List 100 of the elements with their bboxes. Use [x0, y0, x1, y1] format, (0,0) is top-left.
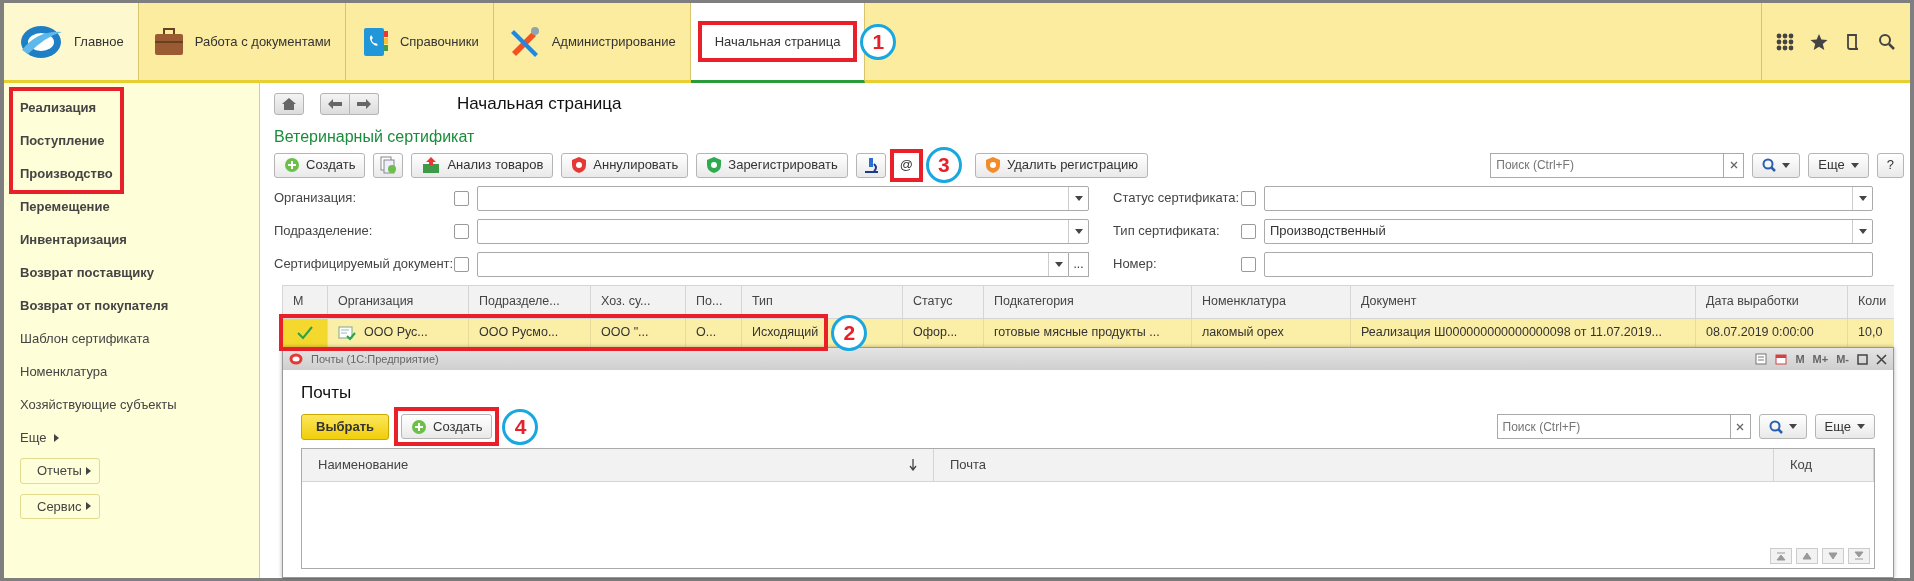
- search-button[interactable]: [1758, 414, 1807, 439]
- copy-button[interactable]: [373, 152, 404, 178]
- clear-icon: [1736, 422, 1745, 431]
- caret-icon: [1074, 195, 1083, 201]
- column-header[interactable]: Номенклатура: [1191, 285, 1351, 318]
- caret-icon: [1788, 424, 1797, 429]
- sort-down-icon: [909, 458, 917, 471]
- section-tab[interactable]: Справочники: [345, 3, 494, 80]
- input-field[interactable]: [1264, 251, 1873, 277]
- filter-label: Тип сертификата:: [1113, 222, 1221, 241]
- toolbar-button[interactable]: Зарегистрировать: [696, 152, 848, 178]
- copy-document-icon: [379, 156, 398, 174]
- maximize-icon[interactable]: [1857, 353, 1868, 365]
- document-check-icon: [338, 324, 356, 341]
- column-header[interactable]: Коли: [1847, 285, 1894, 318]
- sidebar-item[interactable]: Реализация: [20, 91, 259, 124]
- sidebar-button[interactable]: Сервис: [20, 493, 100, 519]
- checkbox[interactable]: [1241, 190, 1256, 206]
- star-icon[interactable]: [1810, 32, 1828, 51]
- table-cell: ООО "...: [590, 318, 686, 347]
- choice-button[interactable]: ...: [1069, 251, 1089, 277]
- window-button[interactable]: M+: [1812, 350, 1829, 368]
- box-arrow-icon: [421, 156, 442, 174]
- column-header[interactable]: Тип: [741, 285, 903, 318]
- input-field[interactable]: [477, 218, 1089, 244]
- sidebar-item[interactable]: Номенклатура: [20, 355, 259, 388]
- column-header[interactable]: Код: [1774, 448, 1874, 481]
- scroll-down-button[interactable]: [1822, 548, 1844, 564]
- plus-icon: [411, 418, 428, 435]
- search-field[interactable]: Поиск (Ctrl+F): [1490, 152, 1724, 178]
- page-title: Начальная страница: [457, 93, 622, 115]
- arrow-right-icon: [357, 98, 371, 109]
- window-button[interactable]: M-: [1836, 350, 1849, 368]
- toolbar-button[interactable]: Удалить регистрацию: [974, 152, 1148, 178]
- arrow-right-icon: [85, 466, 91, 475]
- back-button[interactable]: [320, 92, 350, 115]
- section-tab[interactable]: Администрирование: [493, 3, 691, 80]
- form-title: Ветеринарный сертификат: [274, 126, 476, 147]
- microscope-button[interactable]: [855, 152, 886, 178]
- sidebar-item[interactable]: Поступление: [20, 124, 259, 157]
- calendar-icon: [1775, 353, 1788, 365]
- input-field[interactable]: Производственный: [1264, 218, 1873, 244]
- scroll-up-button[interactable]: [1796, 548, 1818, 564]
- help-button[interactable]: ?: [1876, 152, 1904, 178]
- sidebar-item[interactable]: Еще: [20, 421, 259, 454]
- search-field[interactable]: Поиск (Ctrl+F): [1496, 414, 1730, 439]
- clear-icon: [1729, 161, 1738, 169]
- toolbar-button[interactable]: Создать: [274, 152, 366, 178]
- sidebar-item[interactable]: Хозяйствующие субъекты: [20, 388, 259, 421]
- column-header[interactable]: Подкатегория: [983, 285, 1192, 318]
- close-icon[interactable]: [1876, 353, 1887, 365]
- input-field[interactable]: [477, 185, 1089, 211]
- section-tab[interactable]: Главное: [4, 3, 139, 80]
- column-header[interactable]: Почта: [934, 448, 1774, 481]
- sidebar-item[interactable]: Перемещение: [20, 190, 259, 223]
- more-button[interactable]: Еще: [1808, 152, 1869, 178]
- column-header[interactable]: Дата выработки: [1695, 285, 1848, 318]
- column-header[interactable]: Наименование: [302, 448, 934, 481]
- sidebar-item[interactable]: Инвентаризация: [20, 223, 259, 256]
- sidebar-item[interactable]: Производство: [20, 157, 259, 190]
- forward-button[interactable]: [350, 92, 379, 115]
- first-icon: [1775, 550, 1787, 562]
- checkbox[interactable]: [454, 256, 469, 272]
- select-button[interactable]: Выбрать: [301, 413, 390, 440]
- more-button[interactable]: Еще: [1814, 414, 1875, 439]
- caret-icon: [1782, 162, 1791, 168]
- checkbox[interactable]: [1241, 256, 1256, 272]
- shield-icon: [571, 156, 588, 174]
- column-header[interactable]: Документ: [1350, 285, 1696, 318]
- clear-button[interactable]: [1729, 414, 1751, 439]
- section-tab[interactable]: Работа с документами: [138, 3, 346, 80]
- sidebar-button[interactable]: Отчеты: [20, 458, 100, 484]
- last-icon: [1853, 550, 1865, 562]
- checkbox[interactable]: [1241, 223, 1256, 239]
- input-field[interactable]: [1264, 185, 1873, 211]
- list-icon: [1755, 353, 1768, 365]
- shield-icon: [706, 156, 723, 174]
- caret-icon: [1850, 162, 1859, 168]
- checkbox[interactable]: [454, 223, 469, 239]
- input-field[interactable]: [477, 251, 1069, 277]
- create-button[interactable]: Создать: [401, 414, 493, 439]
- search-button[interactable]: [1752, 152, 1801, 178]
- table-cell: лакомый орех: [1191, 318, 1351, 347]
- apps-grid-icon[interactable]: [1776, 32, 1794, 51]
- caret-icon: [1857, 424, 1865, 429]
- search-icon[interactable]: [1878, 32, 1896, 51]
- toolbar-button[interactable]: Анализ товаров: [411, 152, 554, 178]
- caret-icon: [1074, 228, 1083, 234]
- window-button[interactable]: M: [1795, 350, 1805, 368]
- clear-button[interactable]: [1723, 152, 1745, 178]
- sidebar-item[interactable]: Возврат поставщику: [20, 256, 259, 289]
- sidebar-item[interactable]: Возврат от покупателя: [20, 289, 259, 322]
- toolbar-button[interactable]: Аннулировать: [561, 152, 689, 178]
- scroll-last-button[interactable]: [1848, 548, 1870, 564]
- scroll-first-button[interactable]: [1770, 548, 1792, 564]
- column-header[interactable]: Статус: [902, 285, 984, 318]
- sidebar-item[interactable]: Шаблон сертификата: [20, 322, 259, 355]
- checkbox[interactable]: [454, 190, 469, 206]
- home-button[interactable]: [274, 92, 304, 115]
- table-cell: Реализация Ш000000000000000098 от 11.07.2019...: [1350, 318, 1696, 347]
